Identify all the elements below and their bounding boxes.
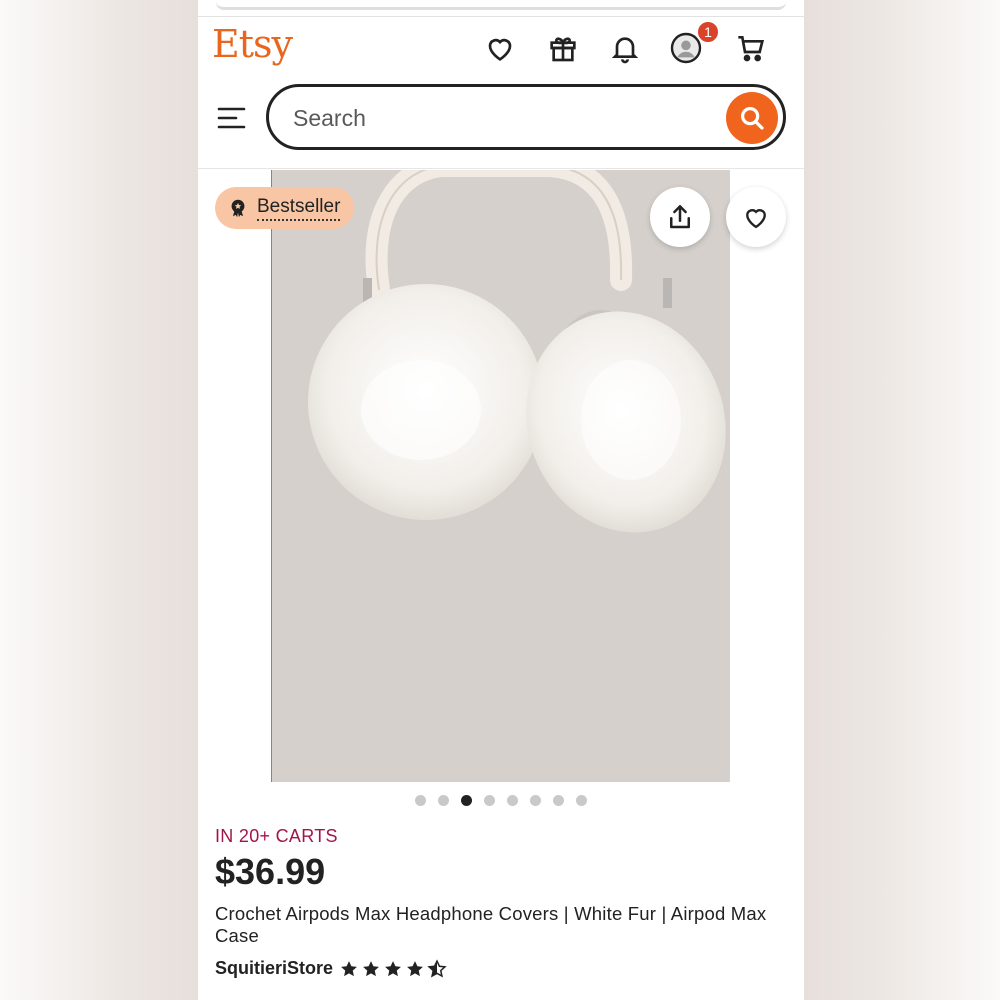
heart-icon [488, 38, 512, 61]
etsy-logo[interactable]: Etsy [212, 22, 293, 66]
bestseller-label: Bestseller [257, 196, 341, 221]
bell-icon [611, 37, 639, 64]
search-button[interactable] [726, 92, 778, 144]
hamburger-menu-icon [217, 107, 246, 129]
carousel-dot[interactable] [438, 795, 449, 806]
carousel-dot[interactable] [530, 795, 541, 806]
shop-info: SquitieriStore [215, 958, 447, 979]
gift-button[interactable] [543, 28, 583, 68]
award-icon [231, 199, 245, 218]
product-image[interactable] [271, 170, 730, 782]
star-full-icon [363, 960, 379, 976]
listing-price: $36.99 [215, 851, 326, 892]
carts-count-label: IN 20+ CARTS [215, 826, 338, 846]
notification-badge: 1 [696, 20, 720, 44]
star-half-icon [427, 958, 447, 978]
notifications-button[interactable] [605, 28, 645, 68]
menu-button[interactable] [214, 100, 250, 136]
carousel-dot[interactable] [484, 795, 495, 806]
search-input[interactable] [293, 101, 713, 135]
phone-screen: Etsy 1 Search Bestseller IN 20+ CARTS $3… [198, 0, 804, 1000]
star-full-icon [407, 960, 423, 976]
rating-stars [339, 958, 447, 979]
star-full-icon [341, 960, 357, 976]
favorite-listing-button[interactable] [726, 187, 786, 247]
bestseller-badge[interactable]: Bestseller [215, 187, 355, 229]
browser-top-strip [216, 0, 786, 10]
favorites-button[interactable] [480, 28, 520, 68]
heart-icon [746, 209, 766, 229]
cart-icon [738, 36, 765, 62]
share-icon [670, 205, 690, 229]
carousel-dot[interactable] [415, 795, 426, 806]
carousel-dot[interactable] [553, 795, 564, 806]
star-full-icon [385, 960, 401, 976]
product-photo-illustration [271, 170, 730, 782]
image-carousel-dots [415, 795, 587, 806]
listing-title[interactable]: Crochet Airpods Max Headphone Covers | W… [215, 903, 785, 947]
carousel-dot-active[interactable] [461, 795, 472, 806]
carousel-dot[interactable] [576, 795, 587, 806]
share-button[interactable] [650, 187, 710, 247]
search-icon [741, 107, 764, 130]
background-blur-left [0, 0, 198, 1000]
search-divider [198, 168, 804, 169]
search-bar [266, 84, 786, 150]
cart-button[interactable] [731, 28, 771, 68]
carousel-dot[interactable] [507, 795, 518, 806]
shop-name[interactable]: SquitieriStore [215, 958, 333, 979]
gift-icon [550, 37, 576, 62]
header-divider [198, 16, 804, 17]
background-blur-right [802, 0, 1000, 1000]
